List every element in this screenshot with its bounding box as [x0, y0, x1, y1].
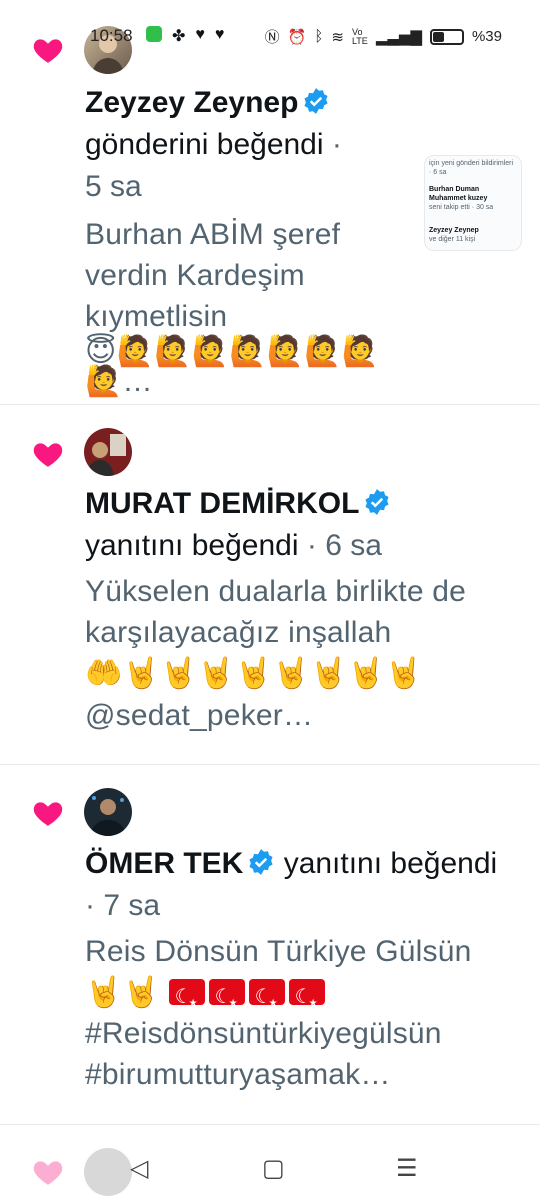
alarm-icon: ⏰ [287, 28, 307, 46]
timestamp: 7 sa [103, 889, 161, 922]
notification-item[interactable]: Zeyzey Zeynep gönderini beğendi · 5 sa B… [0, 0, 540, 405]
verified-badge-icon [249, 849, 273, 875]
user-name[interactable]: MURAT DEMİRKOL [85, 487, 359, 520]
emoji-row: 🤘🤘 [85, 976, 161, 1009]
status-right-icons: Ⓝ ⏰ ᛒ ≋ Vo LTE ▂▃▅▇ %39 [265, 26, 502, 47]
notification-content: MURAT DEMİRKOL yanıtını beğendi · 6 sa Y… [85, 483, 510, 736]
heart-icon [33, 802, 63, 826]
notification-content: Zeyzey Zeynep gönderini beğendi · 5 sa B… [85, 82, 390, 402]
timestamp: 6 sa [325, 529, 382, 562]
post-text: Burhan ABİM şeref verdin Kardeşim kıymet… [85, 214, 415, 402]
volte-icon: Vo LTE [351, 26, 368, 46]
turkey-flag-icon [168, 977, 205, 1024]
thumb-line: seni takip etti · 30 sa [429, 204, 494, 211]
thumb-line: ve diğer 11 kişi [429, 236, 476, 243]
notification-item[interactable]: ÖMER TEK yanıtını beğendi · 7 sa Reis Dö… [0, 765, 540, 1125]
turkey-flag-icon [248, 977, 285, 1024]
wifi-icon: ≋ [331, 28, 344, 46]
action-text: gönderini beğendi [85, 128, 324, 161]
system-nav-bar: ◁ ▢ ☰ [0, 1140, 540, 1200]
status-bar: 10:58 ✤ ♥ ♥ Ⓝ ⏰ ᛒ ≋ Vo LTE ▂▃▅▇ %39 [0, 22, 540, 52]
battery-percent: %39 [471, 28, 502, 45]
status-time: 10:58 [90, 26, 133, 45]
turkey-flag-icon [288, 977, 325, 1024]
signal-icon: ▂▃▅▇ [375, 28, 422, 46]
app-icon: ✤ [172, 28, 186, 45]
avatar[interactable] [84, 788, 132, 836]
thumb-line: Burhan Duman [429, 186, 480, 193]
hashtag-link[interactable]: #birumutturyaşamak… [85, 1054, 510, 1095]
avatar-image [86, 434, 126, 476]
nfc-icon: Ⓝ [264, 29, 280, 46]
status-left-icons: ✤ ♥ ♥ [146, 26, 224, 46]
recent-apps-button[interactable]: ☰ [396, 1154, 418, 1183]
post-text: Yükselen dualarla birlikte de karşılayac… [85, 571, 510, 736]
thumb-line: için yeni gönderi bildirimleri · 6 sa [429, 160, 514, 176]
action-text: yanıtını beğendi [85, 529, 299, 562]
home-button[interactable]: ▢ [262, 1154, 285, 1183]
heart-icon [33, 443, 63, 467]
hashtag-link[interactable]: #Reisdönsüntürkiyegülsün [85, 1013, 510, 1054]
bluetooth-icon: ᛒ [314, 28, 324, 45]
verified-badge-icon [304, 88, 328, 114]
thumb-line: Muhammet kuzey [429, 195, 488, 202]
flag-row [168, 976, 329, 1024]
mention-link[interactable]: @sedat_peker… [85, 695, 510, 736]
verified-badge-icon [365, 489, 389, 515]
post-text: Reis Dönsün Türkiye Gülsün 🤘🤘 #Reisdönsü… [85, 931, 510, 1095]
avatar[interactable] [84, 428, 132, 476]
heart-icon: ♥ [195, 26, 205, 43]
heart-icon: ♥ [214, 26, 225, 43]
emoji-row: 😇🙋🙋🙋🙋🙋🙋🙋🙋… [85, 335, 380, 398]
action-text: yanıtını beğendi [283, 847, 498, 880]
thumb-line: Zeyzey Zeynep [429, 227, 479, 234]
notification-item[interactable]: MURAT DEMİRKOL yanıtını beğendi · 6 sa Y… [0, 405, 540, 765]
post-thumbnail[interactable]: için yeni gönderi bildirimleri · 6 sa Bu… [424, 155, 522, 251]
post-text-body: Yükselen dualarla birlikte de karşılayac… [85, 575, 467, 649]
turkey-flag-icon [208, 977, 245, 1024]
post-text-body: Reis Dönsün Türkiye Gülsün [85, 935, 472, 968]
back-button[interactable]: ◁ [130, 1154, 148, 1183]
emoji-row: 🤲🤘🤘🤘🤘🤘🤘🤘🤘 [85, 657, 423, 690]
user-name[interactable]: ÖMER TEK [85, 847, 243, 880]
battery-icon [429, 28, 464, 45]
phone-icon [146, 26, 162, 42]
notification-content: ÖMER TEK yanıtını beğendi · 7 sa Reis Dö… [85, 843, 510, 1095]
user-name[interactable]: Zeyzey Zeynep [85, 86, 298, 119]
post-text-body: Burhan ABİM şeref verdin Kardeşim kıymet… [85, 218, 341, 333]
avatar-image [90, 796, 126, 836]
timestamp: 5 sa [85, 170, 142, 203]
